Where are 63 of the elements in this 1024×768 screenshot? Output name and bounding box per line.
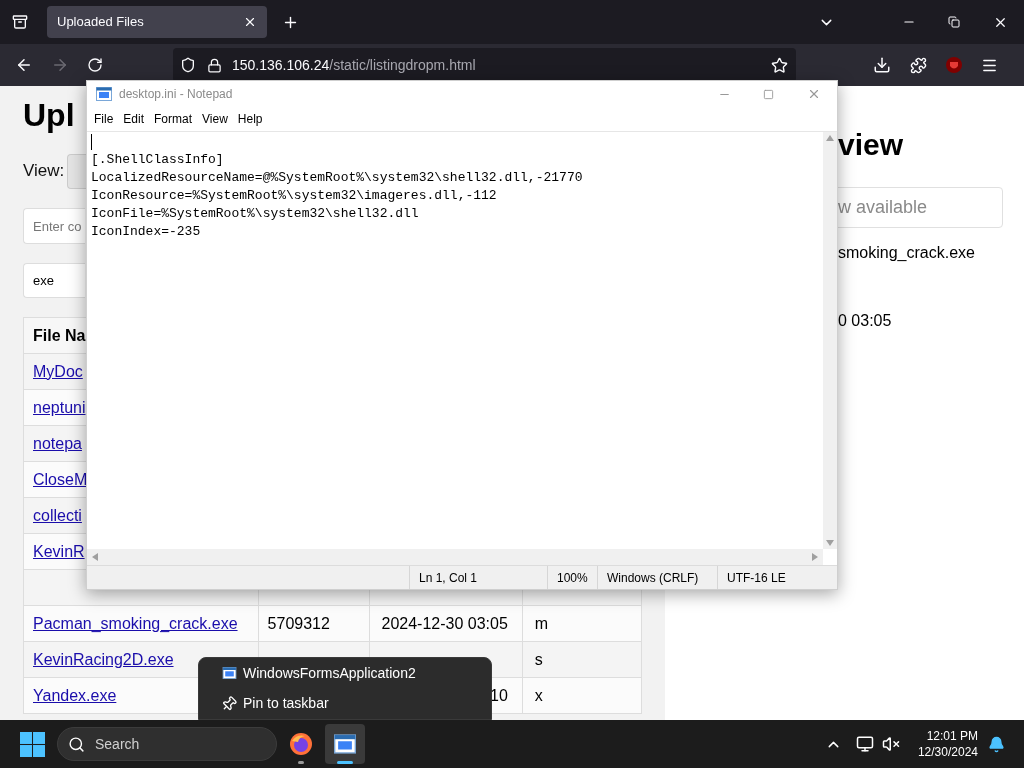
status-text: Ln 1, Col 1 xyxy=(419,569,478,587)
browser-tab[interactable]: Uploaded Files xyxy=(47,6,267,38)
close-tab-icon[interactable] xyxy=(243,15,257,29)
text-line: IconIndex=-235 xyxy=(91,223,201,241)
star-icon[interactable] xyxy=(771,56,788,74)
lock-icon[interactable] xyxy=(207,57,222,73)
menu-item[interactable]: Edit xyxy=(119,110,149,128)
puzzle-icon[interactable] xyxy=(910,56,927,74)
search-box[interactable]: Search xyxy=(57,727,277,761)
url-field[interactable]: 150.136.106.24/static/listingdropm.html xyxy=(173,48,796,82)
preview-heading: view xyxy=(838,127,905,163)
file-link[interactable]: notepa xyxy=(33,434,82,452)
download-icon[interactable] xyxy=(873,56,891,74)
menu-item[interactable]: Help xyxy=(233,110,267,128)
table-cell: x xyxy=(534,686,543,704)
shield-badge-icon[interactable] xyxy=(946,57,962,73)
search-icon xyxy=(68,735,85,753)
view-label: View: xyxy=(23,160,65,183)
context-menu-item[interactable]: Pin to taskbar xyxy=(199,688,491,719)
size-cell: 5709312 xyxy=(267,614,330,632)
reload-icon[interactable] xyxy=(87,57,103,73)
table-cell: s xyxy=(534,650,543,668)
table-cell: m xyxy=(534,614,549,632)
tab-list-icon[interactable] xyxy=(12,14,28,30)
date-cell: 10 xyxy=(490,686,508,704)
file-link[interactable]: Yandex.exe xyxy=(33,686,117,704)
text-line: IconResource=%SystemRoot%\system32\imageres.dll,-112 xyxy=(91,187,497,205)
status-text: Windows (CRLF) xyxy=(607,569,699,587)
text-line: [.ShellClassInfo] xyxy=(91,151,224,169)
page-heading: Upl xyxy=(23,96,75,135)
file-link[interactable]: CloseM xyxy=(33,470,88,488)
file-link[interactable]: KevinR xyxy=(33,542,85,560)
filter-field[interactable]: Enter co xyxy=(23,208,85,244)
bell-icon[interactable] xyxy=(988,735,1005,753)
window-app-icon xyxy=(222,667,237,680)
window-app-icon xyxy=(334,734,356,754)
taskbar-app[interactable] xyxy=(325,724,365,764)
clock[interactable]: 12:01 PM 12/30/2024 xyxy=(917,728,978,760)
window-title: desktop.ini - Notepad xyxy=(119,86,233,103)
menu-item[interactable]: View xyxy=(198,110,232,128)
monitor-icon[interactable] xyxy=(855,735,874,753)
notepad-icon xyxy=(96,87,112,101)
text-line: LocalizedResourceName=@%SystemRoot%\system32\shell32.dll,-21770 xyxy=(91,169,583,187)
restore-icon[interactable] xyxy=(948,16,960,28)
status-text: 100% xyxy=(557,569,588,587)
status-text: UTF-16 LE xyxy=(727,569,786,587)
menu-item[interactable]: File xyxy=(90,110,118,128)
preview-date: 0 03:05 xyxy=(838,311,893,331)
back-icon[interactable] xyxy=(15,56,33,74)
search-field[interactable]: exe xyxy=(23,263,85,298)
context-menu-item[interactable]: WindowsFormsApplication2 xyxy=(199,658,491,689)
shield-icon[interactable] xyxy=(180,57,196,73)
file-link[interactable]: collecti xyxy=(33,506,82,524)
date-cell: 2024-12-30 03:05 xyxy=(381,614,508,632)
fox-globe-icon xyxy=(289,732,313,756)
text-line: IconFile=%SystemRoot%\system32\shell32.dll xyxy=(91,205,419,223)
menu-item[interactable]: Format xyxy=(150,110,197,128)
preview-file-name: smoking_crack.exe xyxy=(838,243,976,263)
mute-icon[interactable] xyxy=(881,735,900,753)
windows-logo-icon[interactable] xyxy=(20,731,45,757)
text-caret xyxy=(91,134,92,150)
file-link[interactable]: MyDoc xyxy=(33,362,83,380)
file-link[interactable]: neptuni xyxy=(33,398,86,416)
